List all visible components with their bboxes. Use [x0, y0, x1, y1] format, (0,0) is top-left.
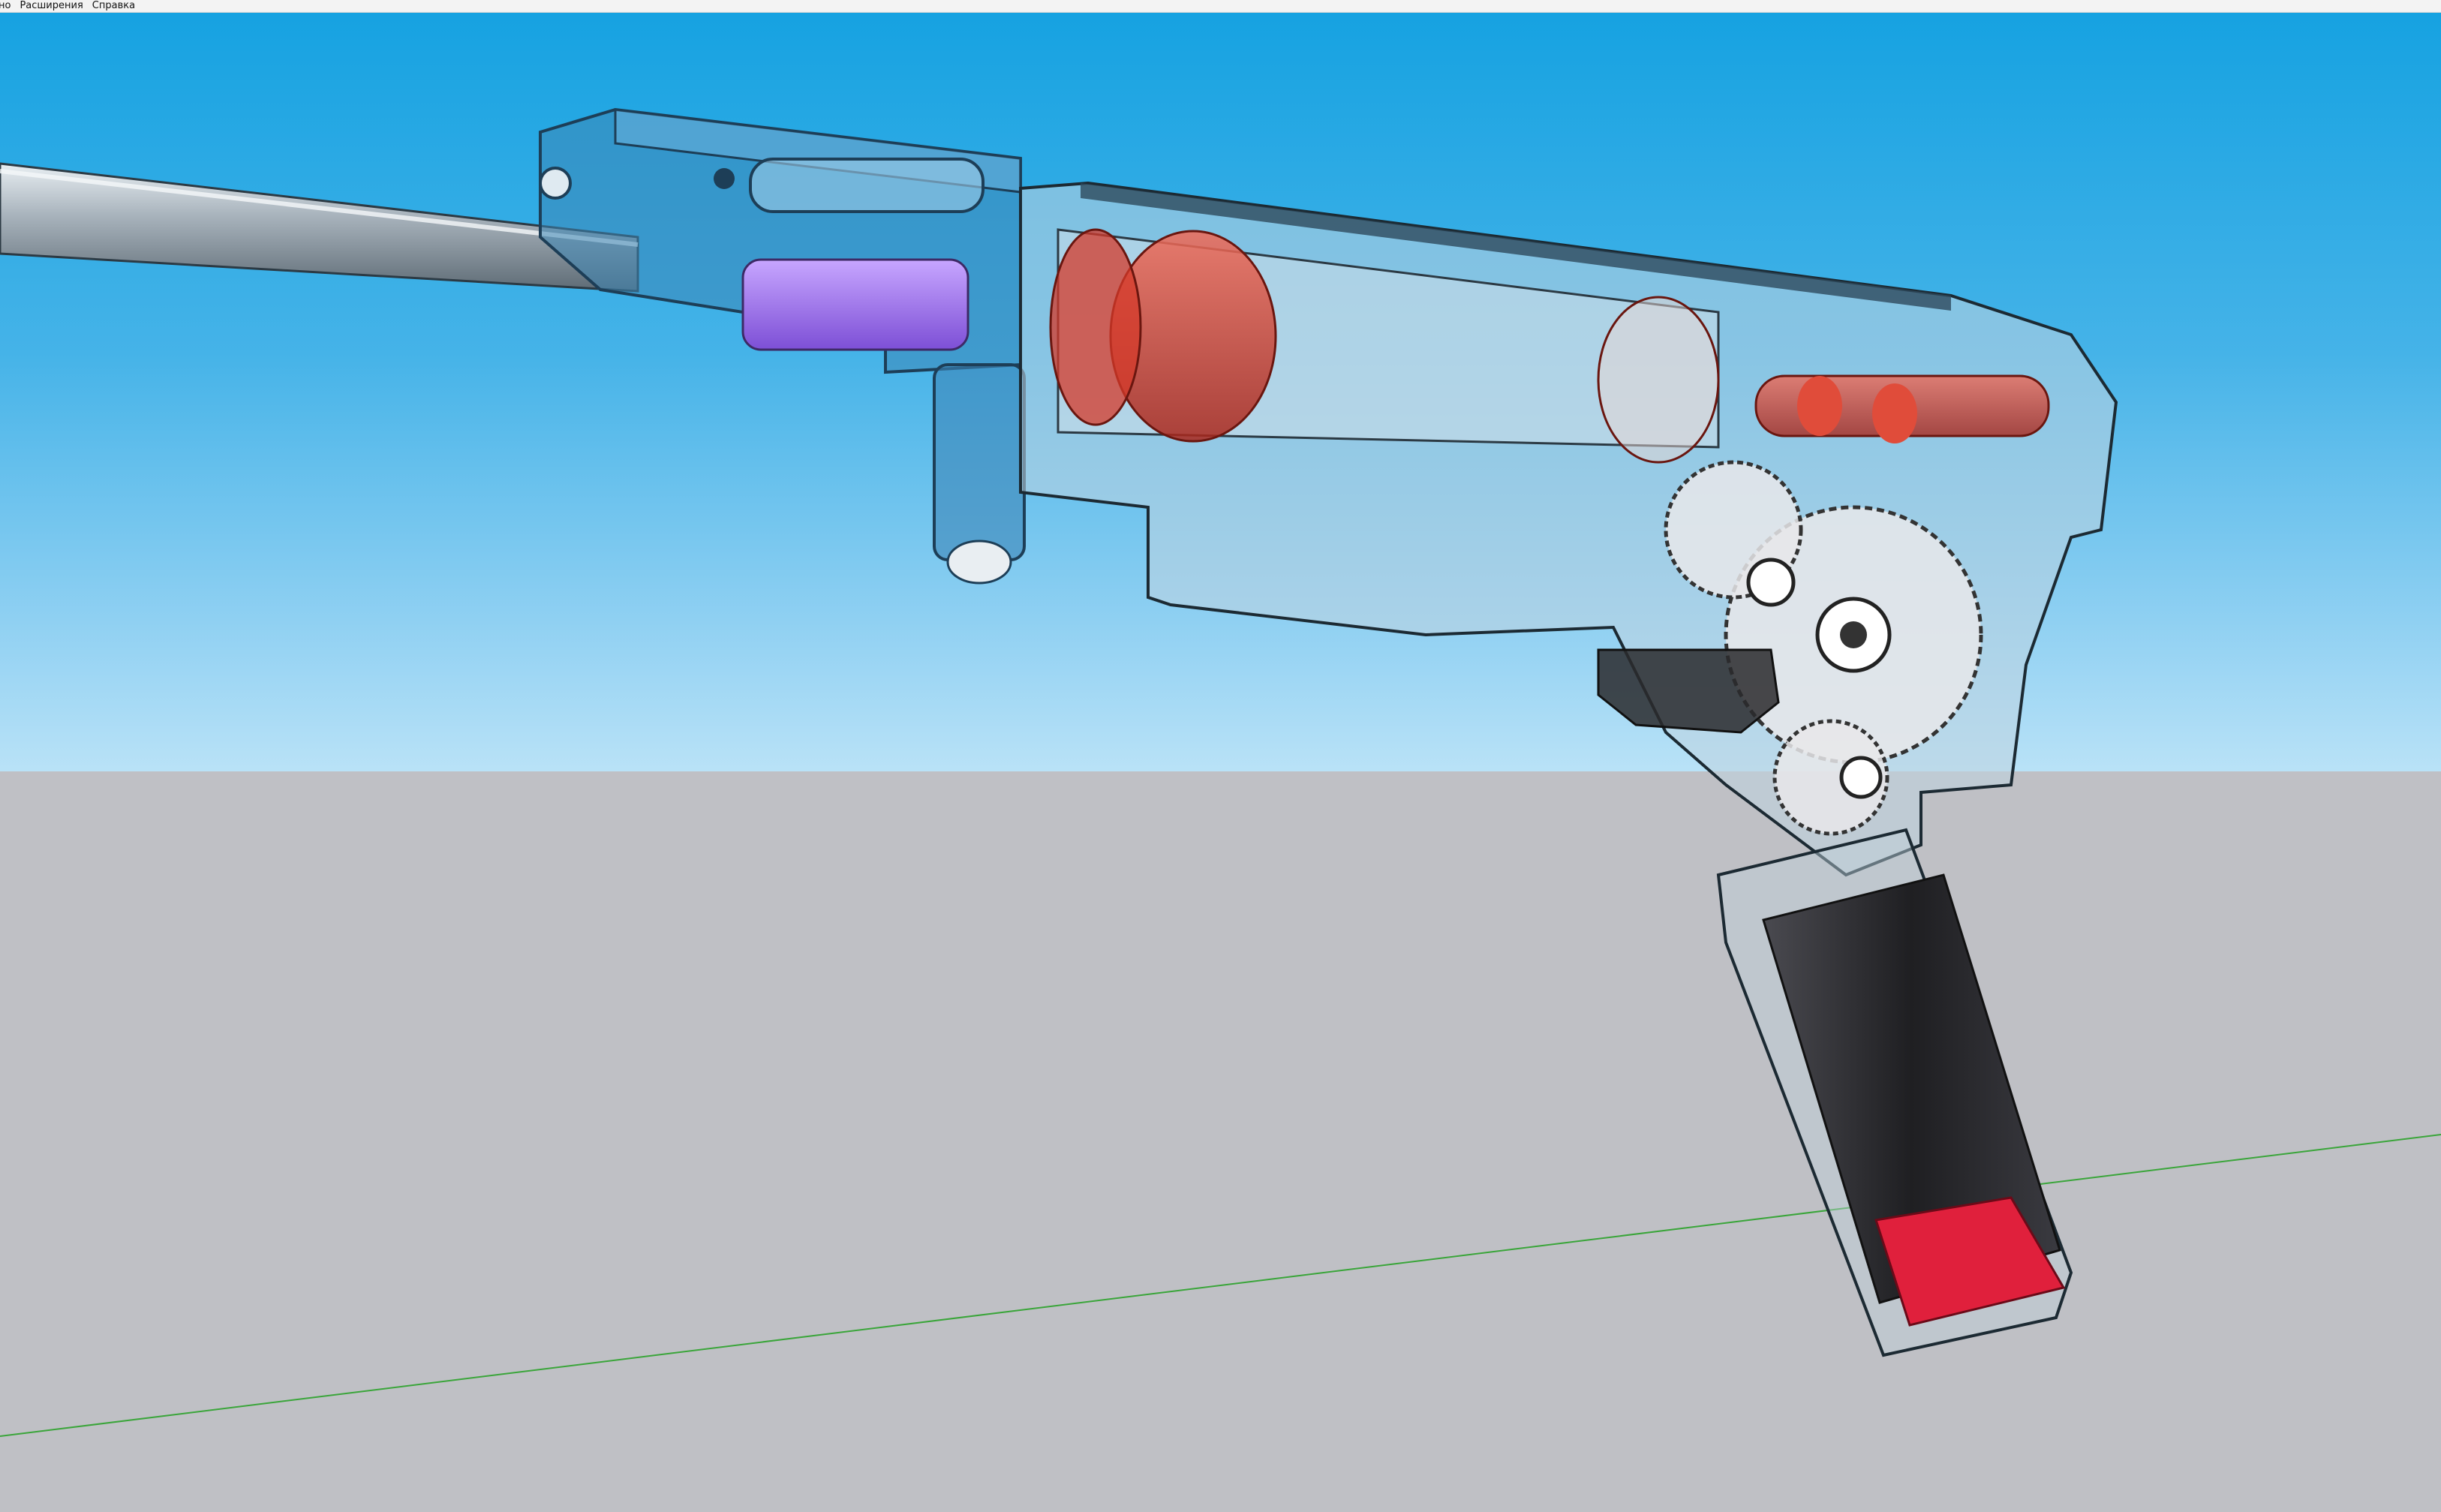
menu-item-help[interactable]: Справка — [88, 0, 140, 12]
feed-tube[interactable] — [933, 363, 1026, 585]
hopup-bucking[interactable] — [741, 258, 969, 351]
green-axis-line — [0, 1134, 2441, 1437]
bevel-gear[interactable] — [1772, 719, 1889, 836]
spring-guide[interactable] — [1754, 374, 2050, 443]
trigger-unit[interactable] — [1597, 648, 1780, 734]
3d-viewport[interactable] — [0, 12, 2441, 1512]
model-render[interactable] — [0, 12, 2441, 1512]
sketchup-window: но Расширения Справка — [0, 0, 2441, 1512]
menu-item-extensions[interactable]: Расширения — [15, 0, 87, 12]
menu-item-window[interactable]: но — [0, 0, 15, 12]
menu-bar: но Расширения Справка — [0, 0, 2441, 13]
